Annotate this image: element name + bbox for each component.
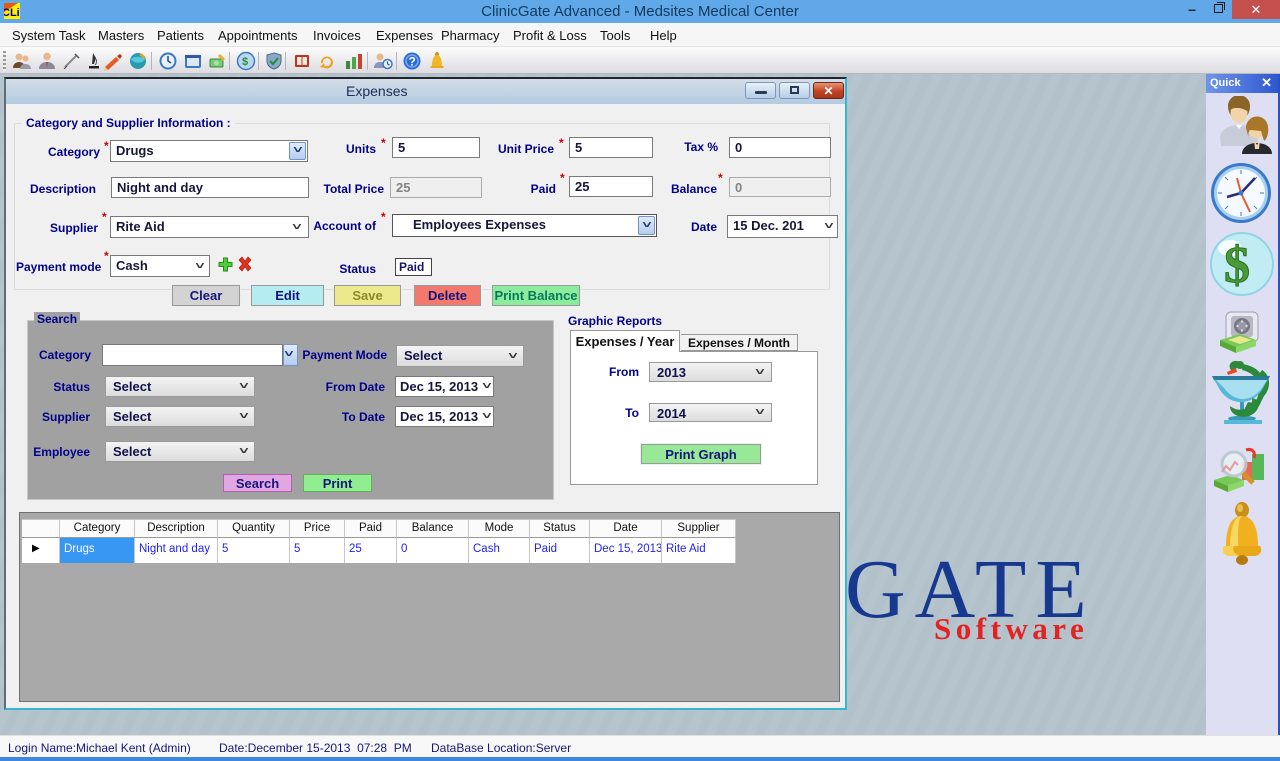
svg-text:$: $ [1224, 237, 1250, 294]
svg-text:?: ? [409, 55, 416, 69]
svg-text:$: $ [242, 56, 248, 68]
